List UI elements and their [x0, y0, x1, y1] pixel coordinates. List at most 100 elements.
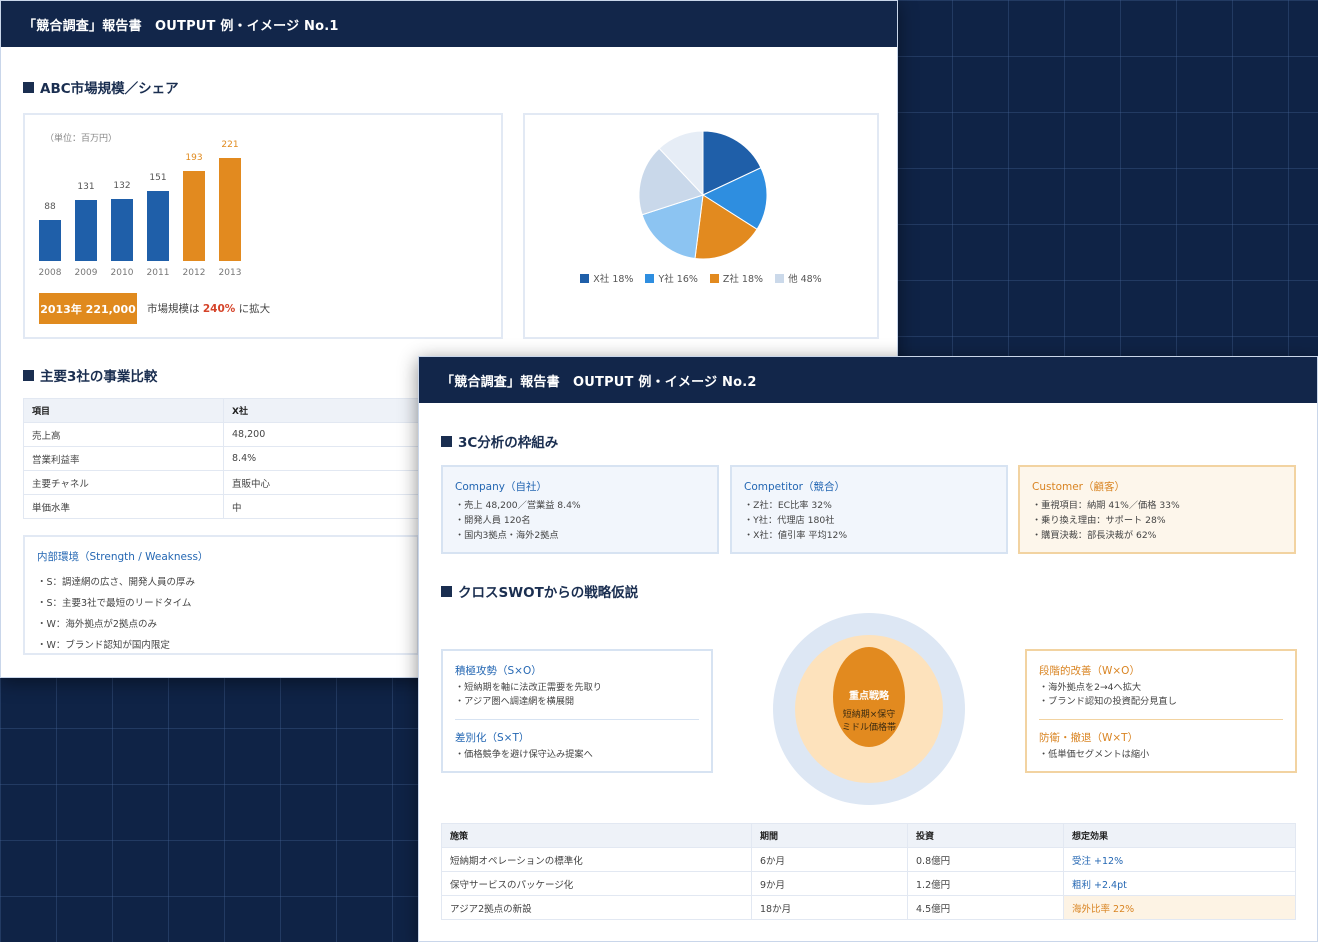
legend-label: 他 48%: [788, 274, 822, 285]
table-cell: 粗利 +2.4pt: [1063, 871, 1296, 896]
customer-title: Customer（顧客）: [1032, 481, 1126, 493]
table-row: 保守サービスのパッケージ化 9か月 1.2億円 粗利 +2.4pt: [441, 871, 1296, 896]
section-title-swot: クロスSWOTからの戦略仮説: [441, 581, 638, 601]
table-header-cell: X社: [223, 398, 419, 423]
core-strategy-line: 短納期×保守: [842, 710, 896, 720]
table-cell: 単価水準: [23, 494, 224, 519]
list-item: ・乗り換え理由：サポート 28%: [1032, 515, 1166, 526]
list-item: ・S：主要3社で最短のリードタイム: [37, 598, 192, 609]
wo-title: 段階的改善（W×O）: [1039, 665, 1140, 677]
legend-label: Y社 16%: [658, 274, 698, 285]
table-header-cell: 想定効果: [1063, 823, 1296, 848]
bar-category-label: 2009: [74, 268, 98, 278]
legend-item: 他 48%: [775, 271, 822, 285]
table-header-cell: 投資: [907, 823, 1064, 848]
bar-category-label: 2013: [218, 268, 242, 278]
section-title-text: ABC市場規模／シェア: [40, 81, 179, 97]
table-header-row: 項目 X社: [23, 398, 419, 423]
legend-swatch: [775, 273, 785, 283]
table-cell: アジア2拠点の新設: [441, 895, 752, 920]
table-cell: 直販中心: [223, 470, 419, 495]
internal-title: 内部環境（Strength / Weakness）: [37, 551, 209, 563]
competitor-box: Competitor（競合） ・Z社：EC比率 32% ・Y社：代理店 180社…: [730, 465, 1008, 554]
square-bullet-icon: [23, 369, 34, 381]
section-title-text: 3C分析の枠組み: [458, 435, 559, 451]
list-item: ・開発人員 120名: [455, 515, 531, 526]
legend-swatch: [580, 273, 590, 283]
legend-swatch: [709, 273, 719, 283]
table-header-row: 施策 期間 投資 想定効果: [441, 823, 1296, 848]
divider: [455, 719, 699, 720]
list-item: ・購買決裁：部長決裁が 62%: [1032, 530, 1157, 541]
swot-left-box: 積極攻勢（S×O） ・短納期を軸に法改正需要を先取り ・アジア圏へ調達網を横展開…: [441, 649, 713, 773]
bar-category-label: 2012: [182, 268, 206, 278]
table-cell: 受注 +12%: [1063, 847, 1296, 872]
table-header-cell: 期間: [751, 823, 908, 848]
table-cell: 売上高: [23, 422, 224, 447]
bar-value-label: 193: [185, 153, 203, 164]
table-cell: 0.8億円: [907, 847, 1064, 872]
section-title-comparison: 主要3社の事業比較: [23, 365, 157, 385]
table-cell: 48,200: [223, 422, 419, 447]
bar-value-label: 132: [113, 181, 131, 192]
bar-2008: [39, 219, 61, 261]
core-strategy-title: 重点戦略: [849, 691, 889, 702]
customer-box: Customer（顧客） ・重視項目：納期 41%／価格 33% ・乗り換え理由…: [1018, 465, 1296, 554]
growth-prefix: 市場規模は: [147, 303, 200, 315]
legend-item: Y社 16%: [645, 271, 698, 285]
list-item: ・Y社：代理店 180社: [744, 515, 835, 526]
measures-table: 施策 期間 投資 想定効果 短納期オペレーションの標準化 6か月 0.8億円 受…: [441, 823, 1296, 920]
table-cell: 保守サービスのパッケージ化: [441, 871, 752, 896]
list-item: ・売上 48,200／営業益 8.4%: [455, 500, 581, 511]
core-strategy-text: 短納期×保守 ミドル価格帯: [823, 709, 915, 735]
highlight-badge: 2013年 221,000: [39, 293, 137, 324]
competitor-title: Competitor（競合）: [744, 481, 846, 493]
so-title: 積極攻勢（S×O）: [455, 665, 542, 677]
bar-value-label: 131: [77, 181, 95, 192]
bar-value-label: 88: [44, 201, 56, 212]
growth-text: 市場規模は 240% に拡大: [147, 301, 270, 316]
swot-right-box: 段階的改善（W×O） ・海外拠点を2→4へ拡大 ・ブランド認知の投資配分見直し …: [1025, 649, 1297, 773]
bar-2011: [147, 190, 169, 261]
list-item: ・低単価セグメントは縮小: [1039, 749, 1150, 760]
table-row: 営業利益率 8.4%: [23, 446, 419, 471]
list-item: ・海外拠点を2→4へ拡大: [1039, 682, 1142, 693]
st-title: 差別化（S×T）: [455, 732, 530, 744]
legend-label: X社 18%: [593, 274, 634, 285]
legend-label: Z社 18%: [722, 274, 764, 285]
wt-title: 防衛・撤退（W×T）: [1039, 732, 1139, 744]
legend-swatch: [645, 273, 655, 283]
table-cell: 営業利益率: [23, 446, 224, 471]
legend-item: X社 18%: [580, 271, 633, 285]
table-row: 単価水準中: [23, 494, 419, 519]
bar-2009: [75, 199, 97, 261]
growth-percent: 240%: [202, 303, 236, 315]
bar-2010: [111, 199, 133, 261]
list-item: ・重視項目：納期 41%／価格 33%: [1032, 500, 1180, 511]
list-item: ・ブランド認知の投資配分見直し: [1039, 696, 1177, 707]
report-page-2: 「競合調査」報告書 OUTPUT 例・イメージ No.2 3C分析の枠組み Co…: [418, 356, 1318, 942]
table-cell: 1.2億円: [907, 871, 1064, 896]
bar-value-label: 221: [221, 140, 239, 150]
legend-item: Z社 18%: [709, 271, 764, 285]
list-item: ・W：海外拠点が2拠点のみ: [37, 619, 157, 630]
pie-chart: [638, 130, 768, 260]
page-header: 「競合調査」報告書 OUTPUT 例・イメージ No.1: [1, 1, 897, 47]
table-header-cell: 項目: [23, 398, 224, 423]
internal-environment-box: 内部環境（Strength / Weakness） ・S：調達網の広さ、開発人員…: [23, 535, 419, 655]
table-row: 短納期オペレーションの標準化 6か月 0.8億円 受注 +12%: [441, 847, 1296, 872]
bar-value-label: 151: [149, 172, 167, 183]
bar-category-label: 2010: [110, 268, 134, 278]
core-strategy-line: ミドル価格帯: [841, 723, 896, 733]
chart-unit: （単位：百万円）: [45, 134, 118, 144]
table-header-cell: 施策: [441, 823, 752, 848]
list-item: ・Z社：EC比率 32%: [744, 500, 832, 511]
list-item: ・価格競争を避け保守込み提案へ: [455, 749, 593, 760]
bar-2012: [183, 171, 205, 261]
section-title-text: 主要3社の事業比較: [40, 369, 158, 385]
bar-category-label: 2008: [38, 268, 62, 278]
table-row: 主要チャネル 直販中心: [23, 470, 419, 495]
section-title-3c: 3C分析の枠組み: [441, 431, 558, 451]
table-cell: 主要チャネル: [23, 470, 224, 495]
divider: [1039, 719, 1283, 720]
